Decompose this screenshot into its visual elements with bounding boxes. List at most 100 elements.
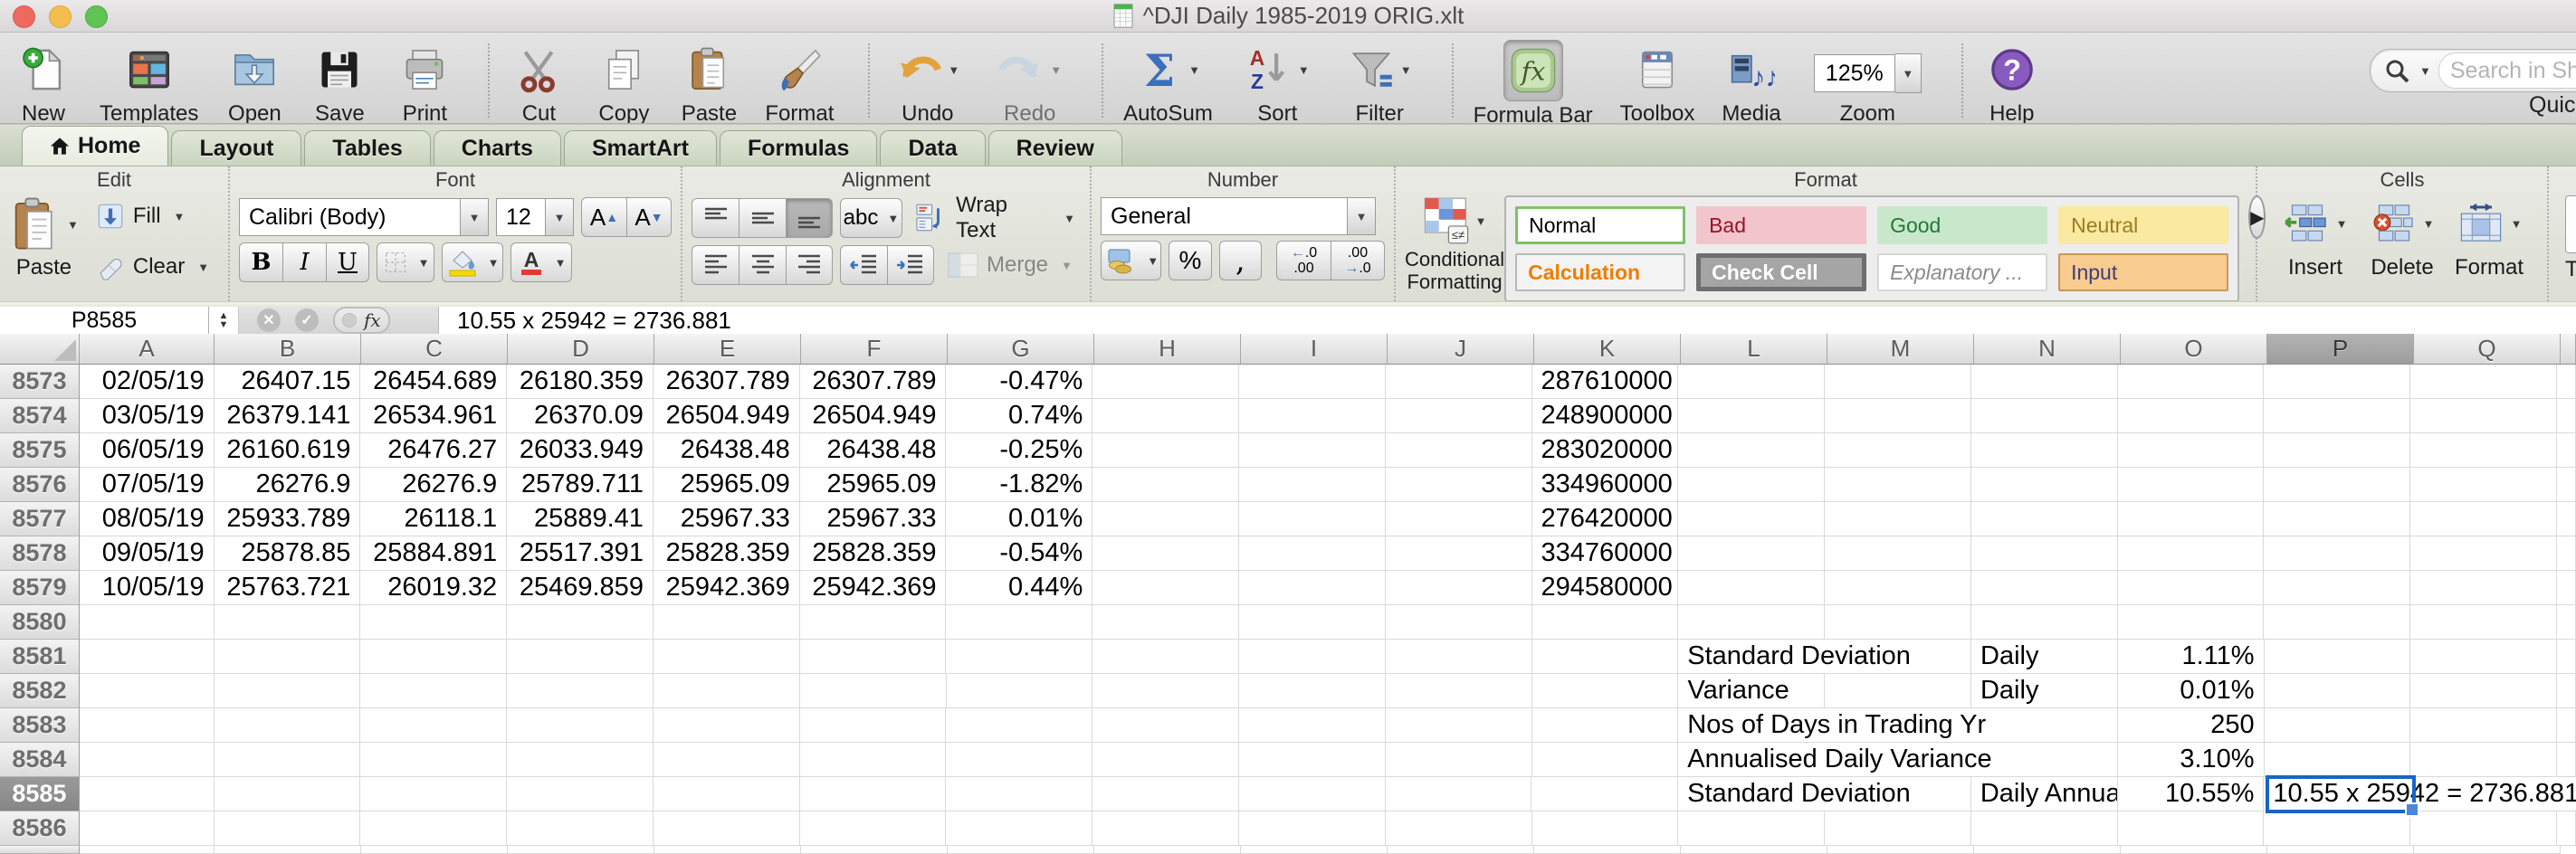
cancel-entry-button[interactable]: ✕ (257, 308, 281, 332)
cell-H8573[interactable] (1092, 365, 1240, 399)
cell-L8578[interactable] (1678, 536, 1826, 571)
cell-J8585[interactable] (1385, 777, 1532, 811)
cell-D8585[interactable] (507, 777, 654, 811)
cell-A8578[interactable]: 09/05/19 (79, 536, 215, 571)
toolbar-filter-button[interactable]: ▼ Filter (1342, 40, 1417, 123)
cell-A8577[interactable]: 08/05/19 (79, 502, 215, 536)
cell-style-explanatory[interactable]: Explanatory ... (1877, 253, 2048, 291)
cell-partial[interactable] (2556, 571, 2576, 605)
underline-button[interactable]: U (326, 242, 369, 282)
cell-Q8574[interactable] (2410, 399, 2557, 433)
align-left-button[interactable] (692, 245, 739, 285)
cell-O8580[interactable] (2117, 605, 2265, 640)
cell-style-bad[interactable]: Bad (1696, 206, 1867, 244)
cell-N8581[interactable]: Daily (1971, 640, 2118, 674)
cell-F8575[interactable]: 26438.48 (799, 433, 947, 468)
cell-Q8582[interactable] (2410, 674, 2558, 708)
cell-D8574[interactable]: 26370.09 (507, 399, 654, 433)
cell-E8584[interactable] (653, 743, 800, 777)
cell-E8582[interactable] (654, 674, 800, 708)
cell-partial[interactable] (2557, 674, 2576, 708)
cell-K8583[interactable] (1531, 708, 1679, 743)
cell-P8576[interactable] (2264, 468, 2411, 502)
cell-K8585[interactable] (1531, 777, 1679, 811)
insert-cells-button[interactable]: ▼ Insert (2272, 194, 2359, 280)
cell-N8574[interactable] (1970, 399, 2118, 433)
row-header-8577[interactable]: 8577 (0, 502, 80, 536)
cell-I8574[interactable] (1239, 399, 1386, 433)
cell-O8584[interactable]: 3.10% (2117, 743, 2265, 777)
cell-I8582[interactable] (1239, 674, 1386, 708)
cell-K8576[interactable]: 334960000 (1531, 468, 1679, 502)
toolbar-formula-bar-button[interactable]: fx Formula Bar (1474, 40, 1593, 123)
search-box[interactable]: ▼ (2370, 49, 2576, 92)
cell-D8580[interactable] (507, 605, 654, 640)
cell-P8582[interactable] (2264, 674, 2411, 708)
cell-P8574[interactable] (2264, 399, 2411, 433)
tab-home[interactable]: Home (22, 126, 169, 166)
cell-C8584[interactable] (360, 743, 508, 777)
row-header-8573[interactable]: 8573 (0, 365, 80, 399)
cell-P8585[interactable]: 10.55 x 25942 = 2736.881 (2264, 777, 2576, 811)
cell-N8583[interactable] (1971, 708, 2118, 743)
cell-partial[interactable] (2557, 708, 2576, 743)
row-header-8580[interactable]: 8580 (0, 605, 80, 640)
cell-Q8576[interactable] (2410, 468, 2557, 502)
cell-I8577[interactable] (1239, 502, 1386, 536)
cell-partial[interactable] (1094, 846, 1241, 854)
cell-G8580[interactable] (946, 605, 1093, 640)
italic-button[interactable]: I (282, 242, 326, 282)
row-header-8575[interactable]: 8575 (0, 433, 80, 468)
themes-icon[interactable] (2565, 195, 2576, 253)
cell-E8578[interactable]: 25828.359 (653, 536, 800, 571)
row-header-8584[interactable]: 8584 (0, 743, 80, 777)
cell-F8576[interactable]: 25965.09 (799, 468, 947, 502)
toolbar-print-button[interactable]: Print (396, 40, 453, 123)
insert-function-button[interactable]: fx (333, 307, 390, 334)
cell-L8576[interactable] (1678, 468, 1826, 502)
tab-data[interactable]: Data (880, 130, 986, 166)
increase-indent-button[interactable] (887, 245, 934, 285)
conditional-formatting-button[interactable]: ≤≠ ▼ (1423, 195, 1486, 246)
cell-B8582[interactable] (214, 674, 361, 708)
cell-partial[interactable] (361, 846, 508, 854)
cell-L8574[interactable] (1678, 399, 1826, 433)
cell-O8575[interactable] (2117, 433, 2265, 468)
cell-partial[interactable] (508, 846, 654, 854)
column-header-C[interactable]: C (361, 334, 508, 365)
cell-L8585[interactable]: Standard Deviation (1678, 777, 1914, 811)
cell-H8581[interactable] (1092, 640, 1239, 674)
decrease-indent-button[interactable] (840, 245, 887, 285)
cell-G8579[interactable]: 0.44% (946, 571, 1093, 605)
cell-N8577[interactable] (1970, 502, 2118, 536)
cell-D8586[interactable] (507, 811, 654, 846)
cell-K8573[interactable]: 287610000 (1531, 365, 1679, 399)
cell-M8580[interactable] (1825, 605, 1971, 640)
cell-G8583[interactable] (946, 708, 1093, 743)
cell-F8574[interactable]: 26504.949 (799, 399, 947, 433)
cell-N8582[interactable]: Daily (1970, 674, 2118, 708)
column-header-N[interactable]: N (1974, 334, 2121, 365)
cell-H8586[interactable] (1092, 811, 1240, 846)
cell-F8585[interactable] (799, 777, 947, 811)
cell-G8577[interactable]: 0.01% (946, 502, 1093, 536)
cell-J8583[interactable] (1385, 708, 1532, 743)
cell-K8578[interactable]: 334760000 (1531, 536, 1679, 571)
font-size-select[interactable]: 12 ▼ (496, 198, 574, 236)
row-header-8578[interactable]: 8578 (0, 536, 80, 571)
cell-B8583[interactable] (214, 708, 361, 743)
align-right-button[interactable] (786, 245, 833, 285)
cell-A8585[interactable] (79, 777, 215, 811)
cell-M8576[interactable] (1825, 468, 1971, 502)
cell-C8574[interactable]: 26534.961 (360, 399, 508, 433)
cell-O8577[interactable] (2117, 502, 2265, 536)
tab-layout[interactable]: Layout (171, 130, 302, 166)
cell-E8585[interactable] (653, 777, 800, 811)
cell-G8575[interactable]: -0.25% (946, 433, 1093, 468)
cell-A8573[interactable]: 02/05/19 (79, 365, 215, 399)
cell-A8579[interactable]: 10/05/19 (79, 571, 215, 605)
cell-L8582[interactable]: Variance (1678, 674, 1826, 708)
cell-D8576[interactable]: 25789.711 (507, 468, 654, 502)
cell-F8583[interactable] (799, 708, 947, 743)
cell-B8577[interactable]: 25933.789 (214, 502, 361, 536)
